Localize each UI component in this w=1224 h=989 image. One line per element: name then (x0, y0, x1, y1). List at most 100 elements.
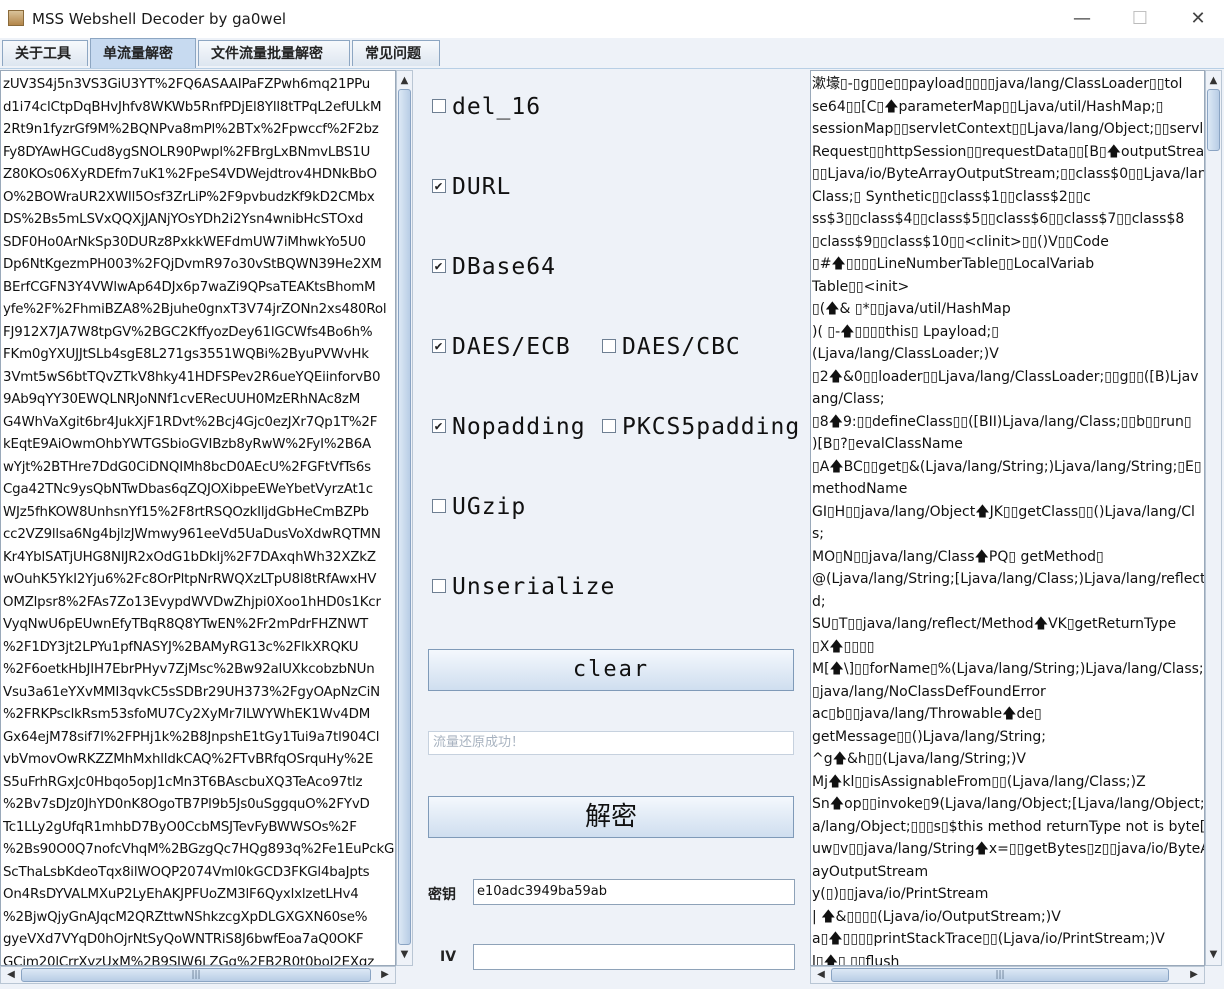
output-text-line: MO▯N▯▯java/lang/Class🡅PQ▯ getMethod▯ (812, 548, 1104, 565)
checkbox-box[interactable] (432, 578, 446, 593)
output-text-line: Table▯▯<init> (812, 278, 910, 295)
pkcs5padding-checkbox[interactable]: PKCS5padding (602, 414, 800, 440)
checkbox-box[interactable] (432, 98, 446, 113)
unserialize-checkbox[interactable]: Unserialize (432, 574, 615, 600)
tab-batch-decrypt[interactable]: 文件流量批量解密 (198, 40, 350, 66)
input-text-line: d1i74clCtpDqBHvJhfv8WKWb5RnfPDjEl8Yll8tT… (3, 99, 382, 115)
durl-checkbox[interactable]: ✔ DURL (432, 174, 511, 200)
output-text-line: sessionMap▯▯servletContext▯▯Ljava/lang/O… (812, 121, 1205, 137)
key-input[interactable]: e10adc3949ba59ab (473, 879, 795, 905)
input-text-line: wOuhK5YkI2Yju6%2Fc8OrPltpNrRWQXzLTpU8l8t… (3, 572, 377, 587)
input-text-line: S5uFrhRGxJc0Hbqo5opJ1cMn3T6BAscbuXQ3TeAc… (3, 774, 363, 790)
durl-label: DURL (452, 174, 512, 200)
input-textarea[interactable]: zUV3S4j5n3VS3GiU3YT%2FQ6ASAAIPaFZPwh6mq2… (0, 70, 396, 966)
output-text-line: | 🡅&▯▯▯▯(Ljava/io/OutputStream;)V (812, 908, 1061, 925)
input-text-line: Dp6NtKgezmPH003%2FQjDvmR97o30vStBQWN39He… (3, 257, 382, 272)
output-text-line: a/lang/Object;▯▯▯s▯$this method returnTy… (812, 818, 1205, 835)
output-text-line: ac▯b▯▯java/lang/Throwable🡅de▯ (812, 706, 1042, 722)
input-text-line: GCim20lCrrXyzUxM%2B9SJW6LZGq%2FB2R0t0boI… (3, 954, 375, 966)
checkbox-box[interactable] (432, 498, 446, 513)
input-text-line: cc2VZ9llsa6Ng4bjlzJWmwy961eeVd5UaDusVoXd… (3, 527, 381, 542)
input-text-line: WJz5fhKOW8UnhsnYf15%2F8rtRSQOzkIljdGbHeC… (3, 504, 369, 520)
output-text-line: l▯🡅▯ ▯▯flush (812, 953, 900, 966)
del16-label: del_16 (452, 94, 542, 120)
output-text-lines: 漱壕▯-▯g▯▯e▯▯payload▯▯▯▯java/lang/ClassLoa… (811, 71, 1205, 966)
input-text-line: Kr4YblSATjUHG8NIJR2xOdG1bDklj%2F7DAxqhWh… (3, 549, 376, 565)
scroll-up-arrow-icon[interactable]: ▲ (397, 73, 412, 89)
output-text-line: ang/Class; (812, 391, 885, 407)
checkbox-box[interactable]: ✔ (432, 258, 446, 273)
scroll-thumb[interactable] (398, 89, 411, 945)
input-text-line: DS%2Bs5mLSVxQQXjJANjYOsYDh2i2Ysn4wnibHcS… (3, 212, 364, 227)
checkbox-box[interactable] (602, 338, 616, 353)
ugzip-checkbox[interactable]: UGzip (432, 494, 526, 520)
output-text-line: y(▯)▯▯java/io/PrintStream (812, 886, 989, 902)
input-text-line: yfe%2F%2FhmiBZA8%2Bjuhe0gnxT3V74jrZONn2x… (3, 302, 387, 317)
del16-checkbox[interactable]: del_16 (432, 94, 541, 120)
output-text-line: ▯8🡅9:▯▯defineClass▯▯([BII)Ljava/lang/Cla… (812, 413, 1192, 430)
output-text-line: a▯🡅▯▯▯▯printStackTrace▯▯(Ljava/io/PrintS… (812, 931, 1165, 947)
daes-cbc-checkbox[interactable]: DAES/CBC (602, 334, 741, 360)
scroll-right-arrow-icon[interactable]: ▶ (377, 967, 393, 983)
minimize-button[interactable]: — (1062, 4, 1102, 34)
ugzip-label: UGzip (452, 494, 527, 520)
scroll-left-arrow-icon[interactable]: ◀ (813, 967, 829, 983)
close-button[interactable]: ✕ (1178, 4, 1218, 34)
maximize-button[interactable]: ☐ (1120, 4, 1160, 34)
dbase64-label: DBase64 (452, 254, 556, 280)
input-text-line: O%2BOWraUR2XWll5Osf3ZrLiP%2F9pvbudzKf9kD… (3, 189, 375, 205)
tab-about[interactable]: 关于工具 (2, 40, 88, 66)
nopadding-checkbox[interactable]: ✔ Nopadding (432, 414, 586, 440)
scroll-right-arrow-icon[interactable]: ▶ (1186, 967, 1202, 983)
dbase64-checkbox[interactable]: ✔ DBase64 (432, 254, 556, 280)
output-text-line: d; (812, 593, 826, 610)
scroll-thumb[interactable] (1207, 89, 1220, 151)
output-text-line: ^g🡅&h▯▯(Ljava/lang/String;)V (812, 751, 1027, 767)
input-text-line: ScThaLsbKdeoTqx8ilWOQP2074Vml0kGCD3FKGl4… (3, 864, 370, 880)
decrypt-button[interactable]: 解密 (428, 796, 794, 838)
input-text-line: gyeVXd7VYqD0hOjrNtSyQoWNTRiS8J6bwfEoa7aQ… (3, 932, 364, 947)
output-text-line: ayOutputStream (812, 863, 929, 880)
checkbox-box[interactable] (602, 418, 616, 433)
output-text-line: M[🡅\]▯▯forName▯%(Ljava/lang/String;)Ljav… (812, 661, 1205, 677)
input-text-lines: zUV3S4j5n3VS3GiU3YT%2FQ6ASAAIPaFZPwh6mq2… (1, 71, 395, 966)
input-text-line: Tc1LLy2gUfqR1mhbD7ByO0CcbMSJTevFyBWWSOs%… (3, 819, 357, 835)
output-text-line: ▯2🡅&0▯▯loader▯▯Ljava/lang/ClassLoader;▯▯… (812, 368, 1199, 385)
options-panel: del_16 ✔ DURL ✔ DBase64 ✔ DAES/ECB DAES/CBC… (414, 70, 808, 970)
checkbox-box[interactable]: ✔ (432, 418, 446, 433)
scroll-thumb[interactable]: ||| (831, 968, 1169, 982)
scroll-up-arrow-icon[interactable]: ▲ (1206, 73, 1221, 89)
input-vertical-scrollbar[interactable]: ▲ ▼ (396, 70, 413, 966)
tab-faq[interactable]: 常见问题 (352, 40, 440, 66)
nopadding-label: Nopadding (452, 414, 586, 440)
unserialize-label: Unserialize (452, 574, 616, 600)
output-text-line: Sn🡅op▯▯invoke▯9(Ljava/lang/Object;[Ljava… (812, 796, 1205, 812)
output-text-line: ▯#🡅▯▯▯▯LineNumberTable▯▯LocalVariab (812, 256, 1095, 272)
output-text-line: @(Ljava/lang/String;[Ljava/lang/Class;)L… (812, 571, 1205, 587)
tab-single-decrypt[interactable]: 单流量解密 (90, 38, 196, 68)
iv-label: IV (440, 949, 457, 965)
checkbox-box[interactable]: ✔ (432, 178, 446, 193)
input-text-line: 2Rt9n1fyzrGf9M%2BQNPva8mPl%2BTx%2Fpwccf%… (3, 122, 379, 137)
output-text-line: ss$3▯▯class$4▯▯class$5▯▯class$6▯▯class$7… (812, 211, 1185, 227)
key-label: 密钥 (428, 887, 456, 903)
scroll-thumb[interactable]: ||| (21, 968, 371, 982)
output-textarea[interactable]: 漱壕▯-▯g▯▯e▯▯payload▯▯▯▯java/lang/ClassLoa… (810, 70, 1205, 966)
scroll-down-arrow-icon[interactable]: ▼ (1206, 947, 1221, 963)
clear-button[interactable]: clear (428, 649, 794, 691)
output-horizontal-scrollbar[interactable]: ◀ ||| ▶ (810, 966, 1205, 984)
input-text-line: G4WhVaXgit6br4JukXjF1RDvt%2Bcj4Gjc0ezJXr… (3, 414, 378, 430)
input-text-line: vbVmovOwRKZZMhMxhlldkCAQ%2FTvBRfqOSrquHy… (3, 752, 374, 767)
scroll-down-arrow-icon[interactable]: ▼ (397, 947, 412, 963)
output-text-line: )[B▯?▯evalClassName (812, 436, 963, 452)
checkbox-box[interactable]: ✔ (432, 338, 446, 353)
scroll-left-arrow-icon[interactable]: ◀ (3, 967, 19, 983)
output-vertical-scrollbar[interactable]: ▲ ▼ (1205, 70, 1222, 966)
input-horizontal-scrollbar[interactable]: ◀ ||| ▶ (0, 966, 396, 984)
input-text-line: wYjt%2BTHre7DdG0CiDNQIMh8bcD0AEcU%2FGFtV… (3, 459, 371, 475)
input-text-line: Cga42TNc9ysQbNTwDbas6qZQJOXibpeEWeYbetVy… (3, 482, 373, 497)
output-text-line: Request▯▯httpSession▯▯requestData▯▯[B▯🡅o… (812, 143, 1205, 160)
output-text-line: ▯(🡅& ▯*▯▯java/util/HashMap (812, 301, 1011, 317)
iv-input[interactable] (473, 944, 795, 970)
daes-ecb-checkbox[interactable]: ✔ DAES/ECB (432, 334, 571, 360)
